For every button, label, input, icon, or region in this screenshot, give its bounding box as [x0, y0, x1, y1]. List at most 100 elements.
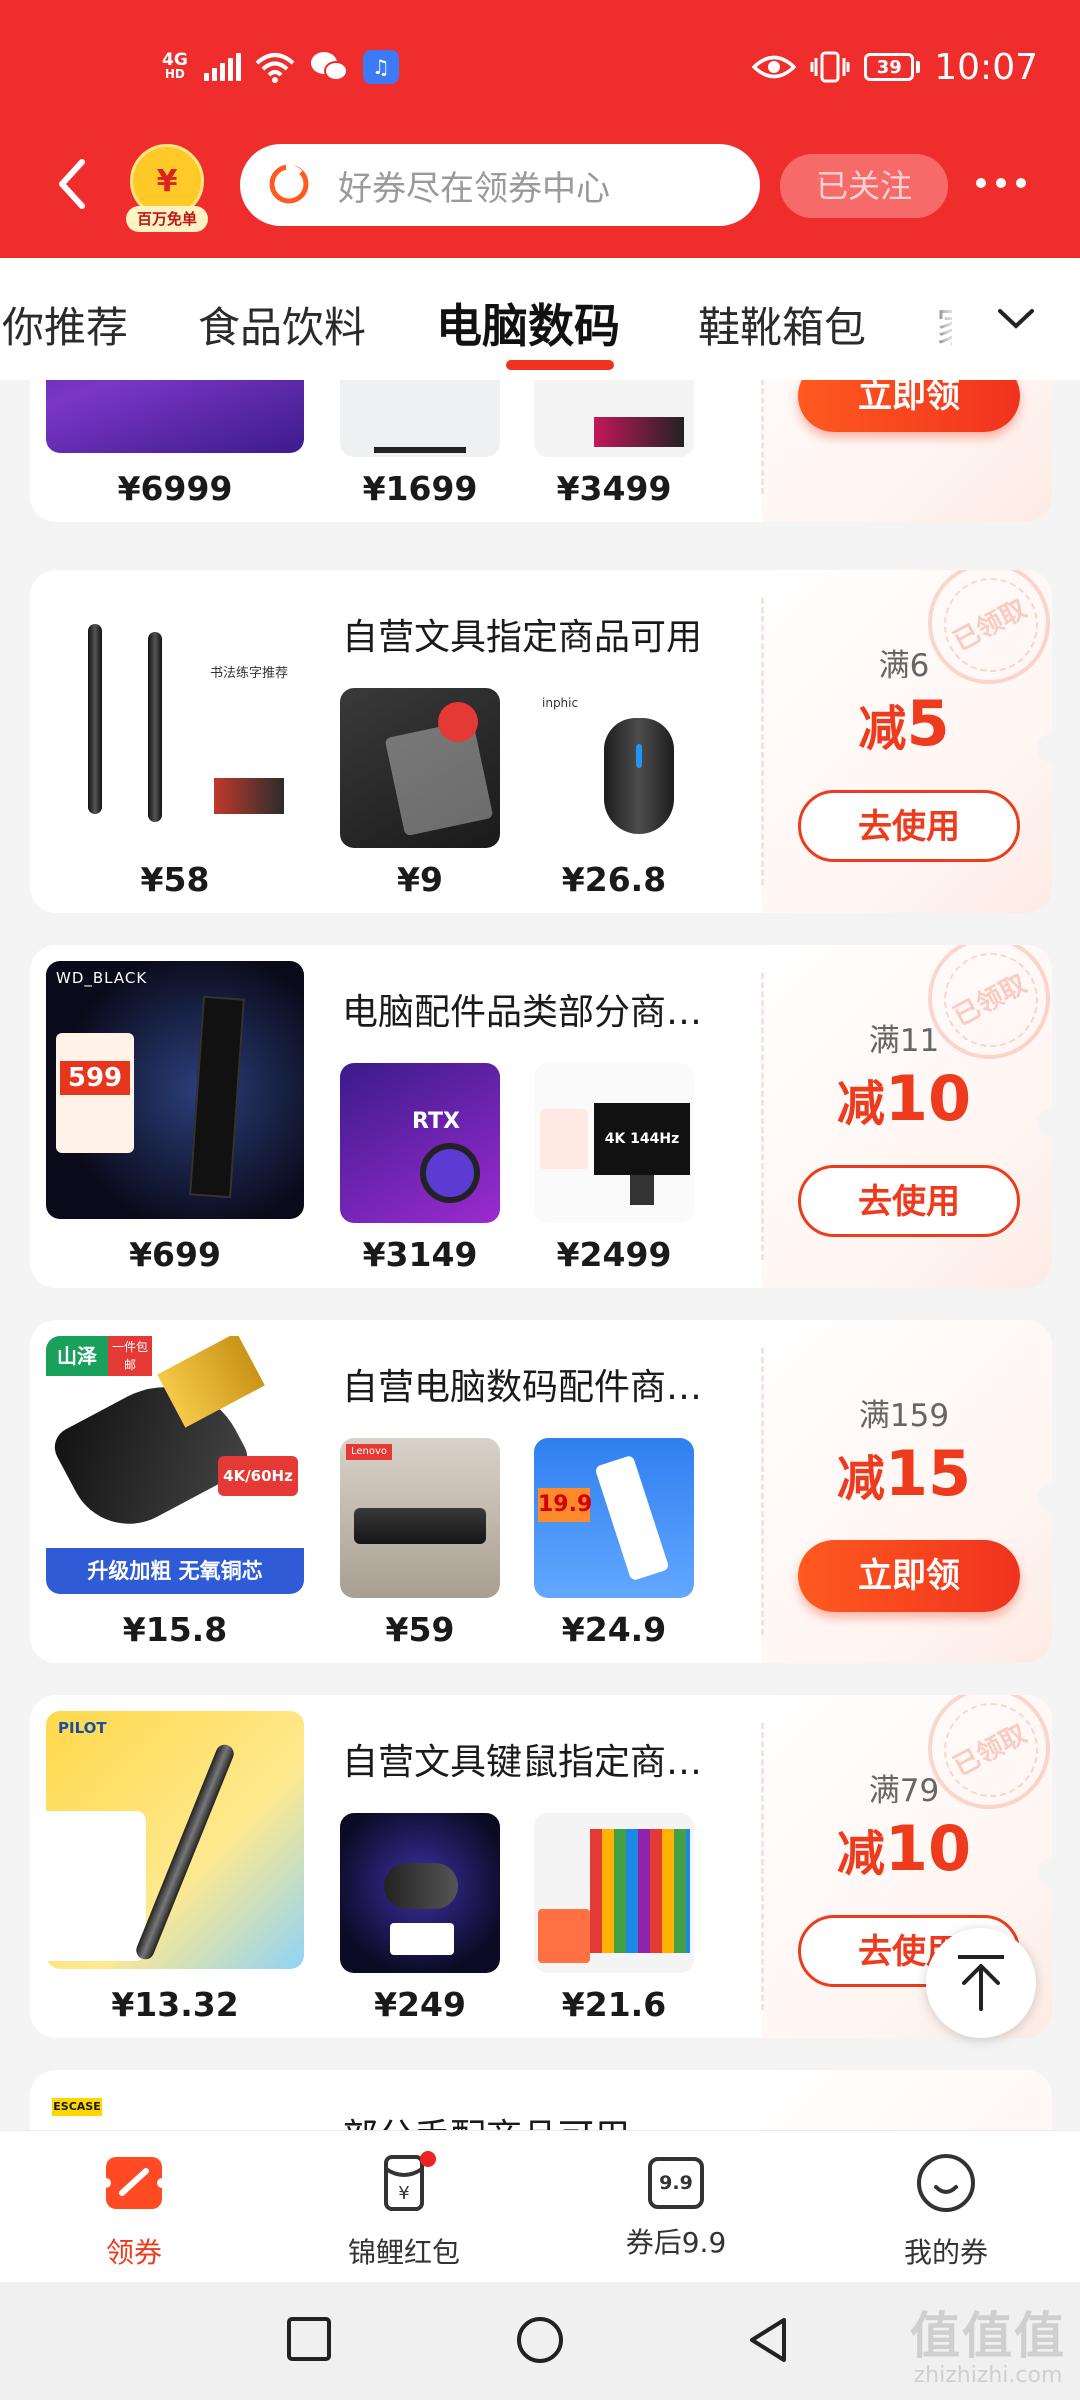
product-price: ¥58 — [140, 860, 210, 899]
coupon-discount: 减10 — [836, 1062, 972, 1135]
product-image-mouse[interactable]: inphic — [534, 688, 694, 848]
smile-face-icon — [917, 2154, 975, 2212]
search-bar[interactable]: 好券尽在领券中心 — [240, 144, 760, 226]
coupon-threshold: 满6 — [878, 648, 930, 684]
more-options-icon[interactable] — [976, 178, 1026, 188]
pilot-brand: PILOT — [58, 1719, 107, 1737]
nav-after-coupon-9-9[interactable]: 9.9 券后9.9 — [586, 2151, 766, 2261]
price-tag-icon: 9.9 — [648, 2157, 704, 2209]
header-bar: 4G HD ♫ 39 10:07 ¥ 百万免单 好券尽在领券中心 已关注 — [0, 0, 1080, 258]
status-bar-left: 4G HD ♫ — [162, 44, 399, 90]
coupon-title: 自营文具指定商品可用 — [342, 617, 703, 658]
lenovo-tag: Lenovo — [346, 1444, 392, 1460]
expand-categories-button[interactable] — [952, 258, 1080, 380]
free-order-badge[interactable]: ¥ 百万免单 — [124, 144, 210, 232]
free-order-caption: 百万免单 — [126, 206, 208, 232]
tab-recommend[interactable]: 你推荐 — [2, 294, 128, 355]
product-image-tape[interactable] — [340, 688, 500, 848]
system-back-icon[interactable] — [746, 2316, 790, 2364]
product-image-pens[interactable]: 书法练字推荐 — [46, 586, 304, 844]
claim-coupon-button[interactable]: 立即领 — [798, 380, 1020, 432]
product-image-monitor[interactable] — [46, 380, 304, 453]
product-image-gel-pen[interactable]: PILOT — [46, 1711, 304, 1969]
pen-banner-text: 书法练字推荐 — [210, 666, 289, 681]
vibrate-icon — [810, 51, 850, 83]
product-image-ssd[interactable]: WD_BLACK 599 — [46, 961, 304, 1219]
coupon-card: 已领取 书法练字推荐 自营文具指定商品可用 inphic ¥58 ¥9 ¥26.… — [30, 570, 1052, 913]
back-icon[interactable] — [52, 156, 92, 212]
status-bar-right: 39 10:07 — [752, 44, 1038, 90]
product-image-hdmi-cable[interactable]: 山泽 一件包邮 4K/60Hz 升级加粗 无氧铜芯 — [46, 1336, 304, 1594]
use-coupon-button[interactable]: 去使用 — [798, 790, 1020, 862]
product-image-phone-case[interactable]: ESCASE — [46, 2086, 304, 2130]
nav-lucky-redpacket[interactable]: ¥ 锦鲤红包 — [314, 2151, 494, 2271]
ssd-brand: WD_BLACK — [56, 969, 148, 987]
product-price: ¥249 — [374, 1985, 466, 2024]
coupon-title: 电脑配件品类部分商… — [342, 992, 703, 1033]
wifi-icon — [255, 53, 295, 83]
tab-computers-digital[interactable]: 电脑数码 — [436, 290, 620, 356]
watermark-logo: 值值值 — [910, 2307, 1066, 2365]
coupon-discount: 减5 — [858, 687, 950, 760]
product-price: ¥26.8 — [561, 860, 667, 899]
coupon-title: 自营电脑数码配件商… — [342, 1367, 703, 1408]
active-tab-indicator — [506, 360, 614, 370]
nav-label: 我的券 — [903, 2236, 988, 2269]
nav-my-coupons[interactable]: 我的券 — [856, 2151, 1036, 2271]
product-image-monitor[interactable] — [340, 380, 500, 457]
chevron-down-icon — [998, 309, 1034, 329]
gpu-label: RTX — [412, 1109, 460, 1134]
coupon-card: ESCASE 部分手配商品可用 — [30, 2070, 1052, 2130]
product-image-markers[interactable] — [534, 1813, 694, 1973]
product-image-monitor[interactable]: 4K 144Hz — [534, 1063, 694, 1223]
follow-button[interactable]: 已关注 — [780, 154, 948, 218]
coupon-threshold: 满79 — [868, 1773, 940, 1809]
product-image-soundbar[interactable]: Lenovo — [340, 1438, 500, 1598]
bottom-navigation: 领券 ¥ 锦鲤红包 9.9 券后9.9 我的券 — [0, 2130, 1080, 2282]
spec-tag: 4K/60Hz — [218, 1456, 298, 1496]
product-price: ¥2499 — [556, 1235, 672, 1274]
coupon-title: 自营文具键鼠指定商… — [342, 1742, 703, 1783]
eye-icon — [752, 55, 797, 79]
claim-coupon-button[interactable]: 立即领 — [798, 1540, 1020, 1612]
product-price: ¥9 — [397, 860, 443, 899]
nav-label: 券后9.9 — [625, 2226, 727, 2259]
strip-price-tag: 19.9 — [538, 1488, 592, 1522]
coupon-discount: 减15 — [836, 1437, 972, 1510]
coupon-list: ¥6999 ¥1699 ¥3499 立即领 已领取 书法练字推荐 自营文具指定商… — [0, 380, 1080, 2130]
home-icon[interactable] — [516, 2316, 564, 2364]
arrow-up-icon — [958, 1955, 1004, 2011]
product-image-power-strip[interactable]: 19.9 — [534, 1438, 694, 1598]
coupon-card: 山泽 一件包邮 4K/60Hz 升级加粗 无氧铜芯 自营电脑数码配件商… Len… — [30, 1320, 1052, 1663]
back-to-top-button[interactable] — [926, 1928, 1036, 2038]
product-price: ¥13.32 — [111, 1985, 239, 2024]
hdmi-slogan: 升级加粗 无氧铜芯 — [46, 1548, 304, 1594]
tab-shoes-bags[interactable]: 鞋靴箱包 — [698, 294, 866, 355]
use-coupon-button[interactable]: 去使用 — [798, 1165, 1020, 1237]
ssd-price-tag: 599 — [60, 1061, 130, 1095]
signal-icon — [203, 53, 241, 81]
search-icon — [269, 164, 309, 204]
product-image-monitor[interactable] — [534, 380, 694, 457]
category-tabs: 你推荐 食品饮料 电脑数码 鞋靴箱包 家 — [0, 258, 1080, 380]
product-price: ¥699 — [129, 1235, 221, 1274]
watermark-url: zhizhizhi.com — [913, 2363, 1063, 2388]
music-app-icon: ♫ — [362, 50, 399, 84]
coupon-ticket-icon — [101, 2157, 167, 2209]
product-price: ¥15.8 — [122, 1610, 228, 1649]
product-image-gpu[interactable]: RTX — [340, 1063, 500, 1223]
product-image-gaming-mouse[interactable] — [340, 1813, 500, 1973]
red-packet-icon: ¥ — [384, 2151, 436, 2211]
mouse-brand: inphic — [542, 696, 579, 710]
nav-coupons[interactable]: 领券 — [44, 2151, 224, 2271]
tab-food-drink[interactable]: 食品饮料 — [198, 294, 366, 355]
product-price: ¥3499 — [556, 469, 672, 508]
coupon-discount: 减10 — [836, 1812, 972, 1885]
coupon-threshold: 满11 — [868, 1023, 940, 1059]
search-placeholder: 好券尽在领券中心 — [338, 168, 610, 209]
coupon-title: 部分手配商品可用 — [342, 2108, 630, 2130]
product-price: ¥21.6 — [561, 1985, 667, 2024]
recent-apps-icon[interactable] — [286, 2316, 332, 2362]
product-price: ¥24.9 — [561, 1610, 667, 1649]
svg-text:¥: ¥ — [398, 2183, 409, 2204]
